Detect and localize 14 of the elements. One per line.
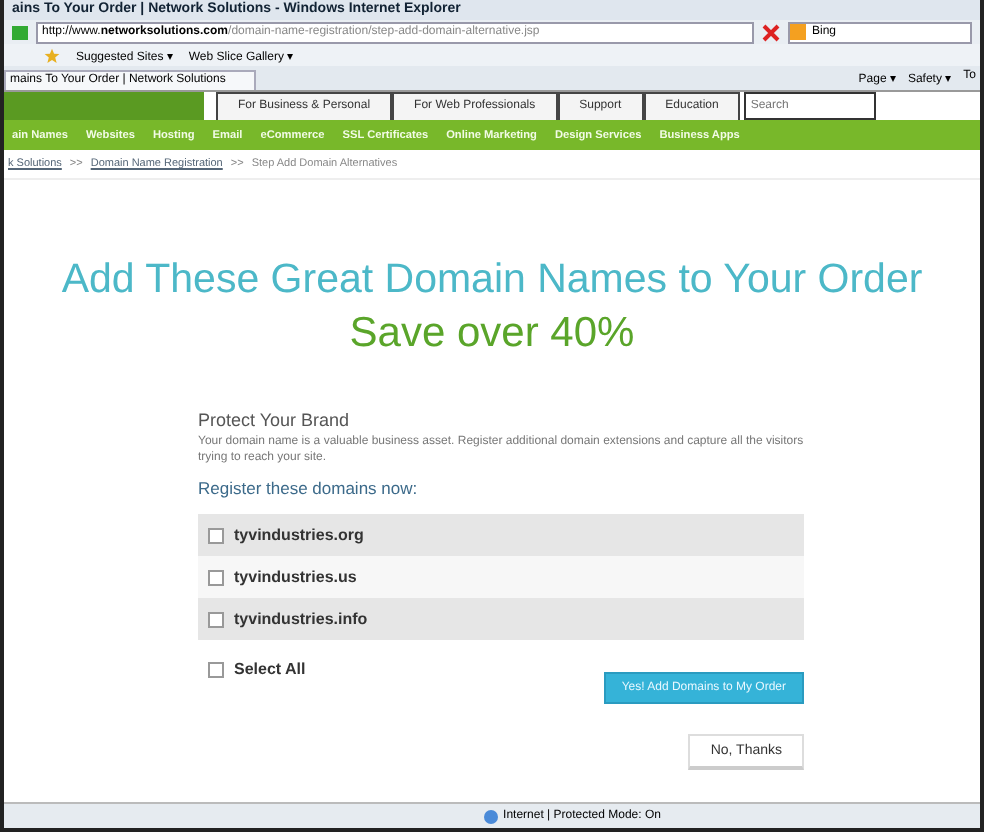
- page-subheading: Save over 40%: [347, 310, 637, 358]
- checkbox[interactable]: [208, 527, 224, 543]
- register-label: Register these domains now:: [198, 478, 420, 498]
- domain-name: tyvindustries.us: [234, 568, 357, 586]
- close-icon[interactable]: [762, 23, 780, 41]
- favorites-star-icon[interactable]: [44, 47, 60, 63]
- checkbox[interactable]: [208, 661, 224, 677]
- domain-name: tyvindustries.org: [234, 526, 364, 544]
- select-all-label: Select All: [234, 660, 306, 678]
- section-title: Protect Your Brand: [198, 410, 352, 430]
- domain-name: tyvindustries.info: [234, 610, 368, 628]
- page-heading: Add These Great Domain Names to Your Order: [59, 256, 925, 304]
- checkbox[interactable]: [208, 611, 224, 627]
- checkbox[interactable]: [208, 569, 224, 585]
